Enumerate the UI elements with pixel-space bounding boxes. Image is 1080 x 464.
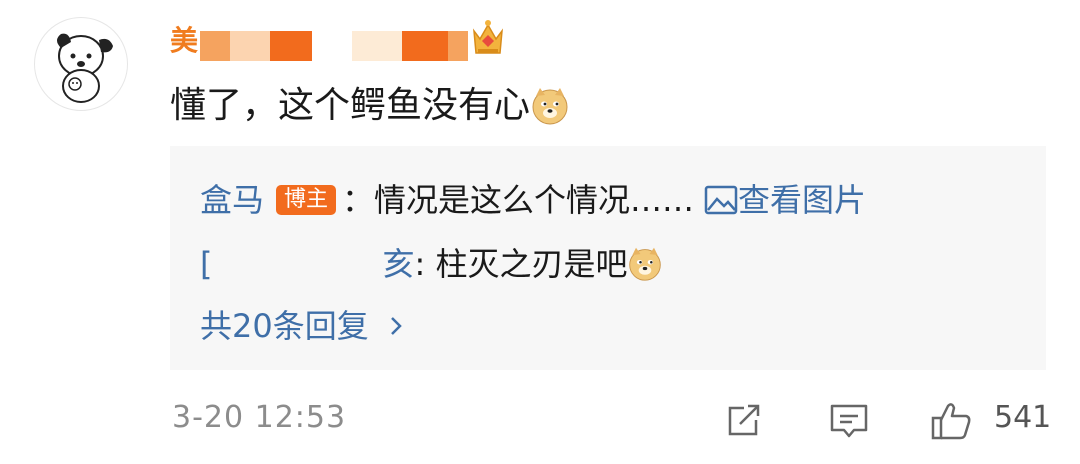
redaction-block-1 [200,31,230,61]
reply-item-2[interactable]: [ 亥 : 柱灭之刃是吧 [200,242,663,286]
reply-item-1[interactable]: 盒马 博主 ：情况是这么个情况…… 查看图片 [200,178,866,222]
avatar[interactable] [34,17,128,111]
reply-text: : 柱灭之刃是吧 [414,245,628,283]
redaction-block-5 [402,31,448,61]
comment-icon[interactable] [828,400,870,440]
redaction-block-2 [230,31,270,61]
more-replies-label[interactable]: 共20条回复 [200,304,369,348]
reply-author-name[interactable]: 盒马 [200,178,264,222]
doge-emoji-icon [629,247,662,281]
cartoon-dog-avatar-icon [57,33,113,103]
more-replies-link[interactable]: 共20条回复 [200,304,409,348]
view-image-label: 查看图片 [738,181,867,219]
reply-author-name-fragment[interactable]: [ [200,242,212,286]
thumbs-up-icon[interactable] [930,400,974,442]
username[interactable]: 美 [170,19,199,59]
view-image-link[interactable]: 查看图片 [704,178,866,222]
like-count: 541 [994,400,1052,435]
reply-text: ：情况是这么个情况…… [342,181,695,219]
chevron-right-icon [390,317,402,335]
comment-timestamp: 3-20 12:53 [172,400,347,435]
reply-author-name-tail[interactable]: 亥 [382,242,414,286]
comment-text: 懂了，这个鳄鱼没有心 [170,85,531,126]
vip-crown-icon [473,20,503,54]
comment-text-row: 懂了，这个鳄鱼没有心 [170,80,570,132]
image-icon [704,185,738,215]
share-icon[interactable] [724,400,764,440]
reply-preview-box[interactable]: 盒马 博主 ：情况是这么个情况…… 查看图片 [ 亥 : 柱灭之刃是吧 共20条… [170,146,1046,370]
redaction-block-4 [352,31,402,61]
redaction-block-3 [270,31,312,61]
blogger-badge: 博主 [276,185,337,215]
doge-emoji-icon [532,88,568,125]
username-row[interactable]: 美 [170,17,199,61]
redaction-block-6 [448,31,468,61]
